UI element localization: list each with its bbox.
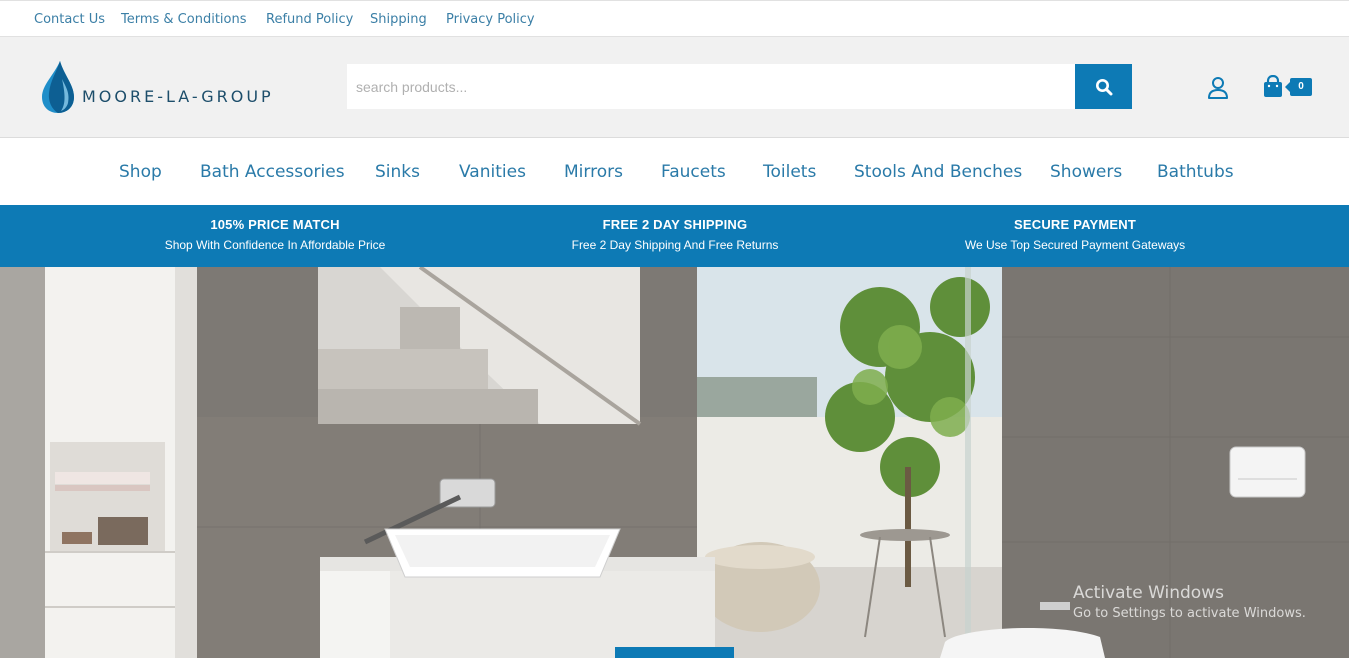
nav-item-sinks[interactable]: Sinks	[375, 162, 420, 182]
user-icon	[1208, 77, 1228, 99]
watermark-line1: Activate Windows	[1073, 583, 1224, 603]
site-header: MOORE-LA-GROUP 0	[0, 37, 1349, 138]
nav-item-toilets[interactable]: Toilets	[763, 162, 816, 182]
promo-title: FREE 2 DAY SHIPPING	[602, 217, 748, 232]
top-utility-bar: Contact Us Terms & Conditions Refund Pol…	[0, 0, 1349, 37]
search-box	[347, 64, 1075, 109]
account-button[interactable]	[1206, 76, 1230, 100]
nav-item-showers[interactable]: Showers	[1050, 162, 1122, 182]
nav-item-bath-accessories[interactable]: Bath Accessories	[200, 162, 345, 182]
search-icon	[1095, 78, 1112, 95]
hero-banner[interactable]: Activate Windows Go to Settings to activ…	[0, 267, 1349, 658]
promo-secure-payment: SECURE PAYMENT We Use Top Secured Paymen…	[915, 217, 1235, 252]
privacy-policy-link[interactable]: Privacy Policy	[446, 12, 535, 27]
nav-item-bathtubs[interactable]: Bathtubs	[1157, 162, 1234, 182]
watermark-line2: Go to Settings to activate Windows.	[1073, 606, 1306, 621]
nav-item-vanities[interactable]: Vanities	[459, 162, 526, 182]
promo-subtitle: Shop With Confidence In Affordable Price	[164, 238, 386, 252]
shopping-bag-icon	[1264, 74, 1282, 97]
nav-item-shop[interactable]: Shop	[119, 162, 162, 182]
promo-free-shipping: FREE 2 DAY SHIPPING Free 2 Day Shipping …	[515, 217, 835, 252]
promo-price-match: 105% PRICE MATCH Shop With Confidence In…	[115, 217, 435, 252]
promo-subtitle: Free 2 Day Shipping And Free Returns	[571, 238, 779, 252]
nav-item-stools-and-benches[interactable]: Stools And Benches	[854, 162, 1022, 182]
site-logo[interactable]: MOORE-LA-GROUP	[40, 59, 290, 117]
cart-button[interactable]	[1262, 74, 1284, 99]
main-navigation: Shop Bath Accessories Sinks Vanities Mir…	[0, 138, 1349, 205]
shipping-link[interactable]: Shipping	[370, 12, 427, 27]
hero-cta-button[interactable]	[615, 647, 734, 658]
nav-item-faucets[interactable]: Faucets	[661, 162, 726, 182]
water-drop-icon	[42, 61, 74, 113]
nav-item-mirrors[interactable]: Mirrors	[564, 162, 623, 182]
cart-count-badge: 0	[1285, 78, 1312, 96]
contact-us-link[interactable]: Contact Us	[34, 12, 105, 27]
promo-title: SECURE PAYMENT	[1014, 217, 1136, 232]
terms-conditions-link[interactable]: Terms & Conditions	[121, 12, 247, 27]
search-input[interactable]	[347, 64, 1075, 109]
windows-activation-watermark: Activate Windows Go to Settings to activ…	[1073, 583, 1306, 621]
promo-subtitle: We Use Top Secured Payment Gateways	[964, 238, 1186, 252]
search-button[interactable]	[1075, 64, 1132, 109]
promo-strip: 105% PRICE MATCH Shop With Confidence In…	[0, 205, 1349, 267]
promo-title: 105% PRICE MATCH	[210, 217, 340, 232]
refund-policy-link[interactable]: Refund Policy	[266, 12, 353, 27]
logo-text: MOORE-LA-GROUP	[82, 87, 274, 106]
